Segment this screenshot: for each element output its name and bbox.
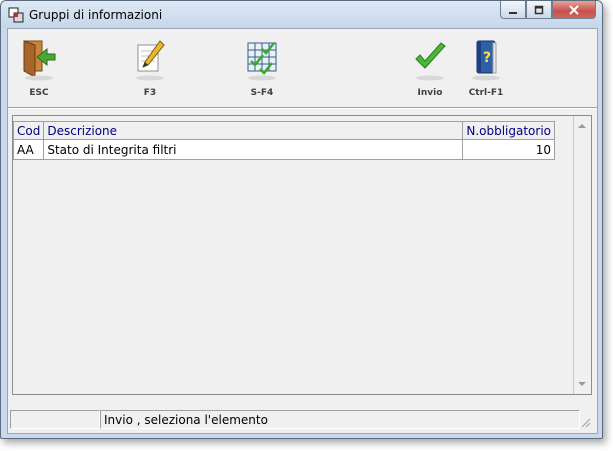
table-row[interactable]: AA Stato di Integrita filtri 10 (12, 139, 556, 160)
toolbar: ESC F3 S-F4 Invio ? Ctrl-F1 (8, 29, 597, 107)
minimize-icon (509, 11, 517, 14)
scroll-up-icon[interactable] (578, 124, 586, 128)
status-left-pane (10, 410, 100, 429)
caption-buttons (500, 1, 596, 20)
info-table: Cod Descrizione N.obbligatorio AA Stato … (12, 121, 556, 160)
scroll-down-icon[interactable] (578, 382, 586, 386)
exit-door-icon (23, 40, 56, 81)
resize-grip-icon[interactable] (579, 416, 591, 428)
cell-cod[interactable]: AA (12, 139, 45, 160)
main-window: Gruppi di informazioni ESC F3 S-F4 Invio… (0, 0, 603, 439)
close-icon (569, 4, 579, 15)
cell-obbligatorio[interactable]: 10 (462, 139, 556, 160)
maximize-icon (534, 5, 544, 14)
pencil-edit-icon (136, 40, 165, 81)
checkmark-icon (415, 42, 446, 81)
ctrl-f1-button[interactable]: ? Ctrl-F1 (456, 37, 516, 103)
esc-label: ESC (29, 88, 49, 98)
s-f4-label: S-F4 (250, 88, 274, 98)
invio-button[interactable]: Invio (400, 37, 460, 103)
vertical-scrollbar[interactable] (574, 116, 591, 394)
title-bar[interactable]: Gruppi di informazioni (1, 1, 602, 28)
column-header-obbligatorio[interactable]: N.obbligatorio (462, 121, 556, 140)
data-grid: Cod Descrizione N.obbligatorio AA Stato … (12, 115, 592, 395)
ctrl-f1-label: Ctrl-F1 (468, 88, 504, 98)
column-header-cod[interactable]: Cod (12, 121, 45, 140)
grid-check-icon (247, 42, 277, 81)
f3-label: F3 (143, 88, 157, 98)
invio-label: Invio (417, 88, 443, 98)
svg-text:?: ? (483, 50, 491, 66)
help-book-icon: ? (472, 40, 500, 81)
status-message: Invio , seleziona l'elemento (100, 410, 580, 429)
window-title: Gruppi di informazioni (29, 8, 163, 22)
cell-descrizione[interactable]: Stato di Integrita filtri (43, 139, 464, 160)
minimize-button[interactable] (500, 1, 526, 19)
table-header-row: Cod Descrizione N.obbligatorio (12, 121, 556, 140)
esc-button[interactable]: ESC (9, 37, 69, 103)
s-f4-button[interactable]: S-F4 (232, 37, 292, 103)
close-button[interactable] (552, 1, 596, 19)
app-icon (8, 7, 24, 23)
maximize-button[interactable] (526, 1, 552, 19)
toolbar-separator (8, 107, 597, 109)
status-bar: Invio , seleziona l'elemento (10, 410, 593, 430)
column-header-descrizione[interactable]: Descrizione (43, 121, 464, 140)
grid-body: Cod Descrizione N.obbligatorio AA Stato … (12, 116, 574, 394)
f3-button[interactable]: F3 (120, 37, 180, 103)
client-area: ESC F3 S-F4 Invio ? Ctrl-F1 Cod Descrizi… (7, 28, 598, 434)
